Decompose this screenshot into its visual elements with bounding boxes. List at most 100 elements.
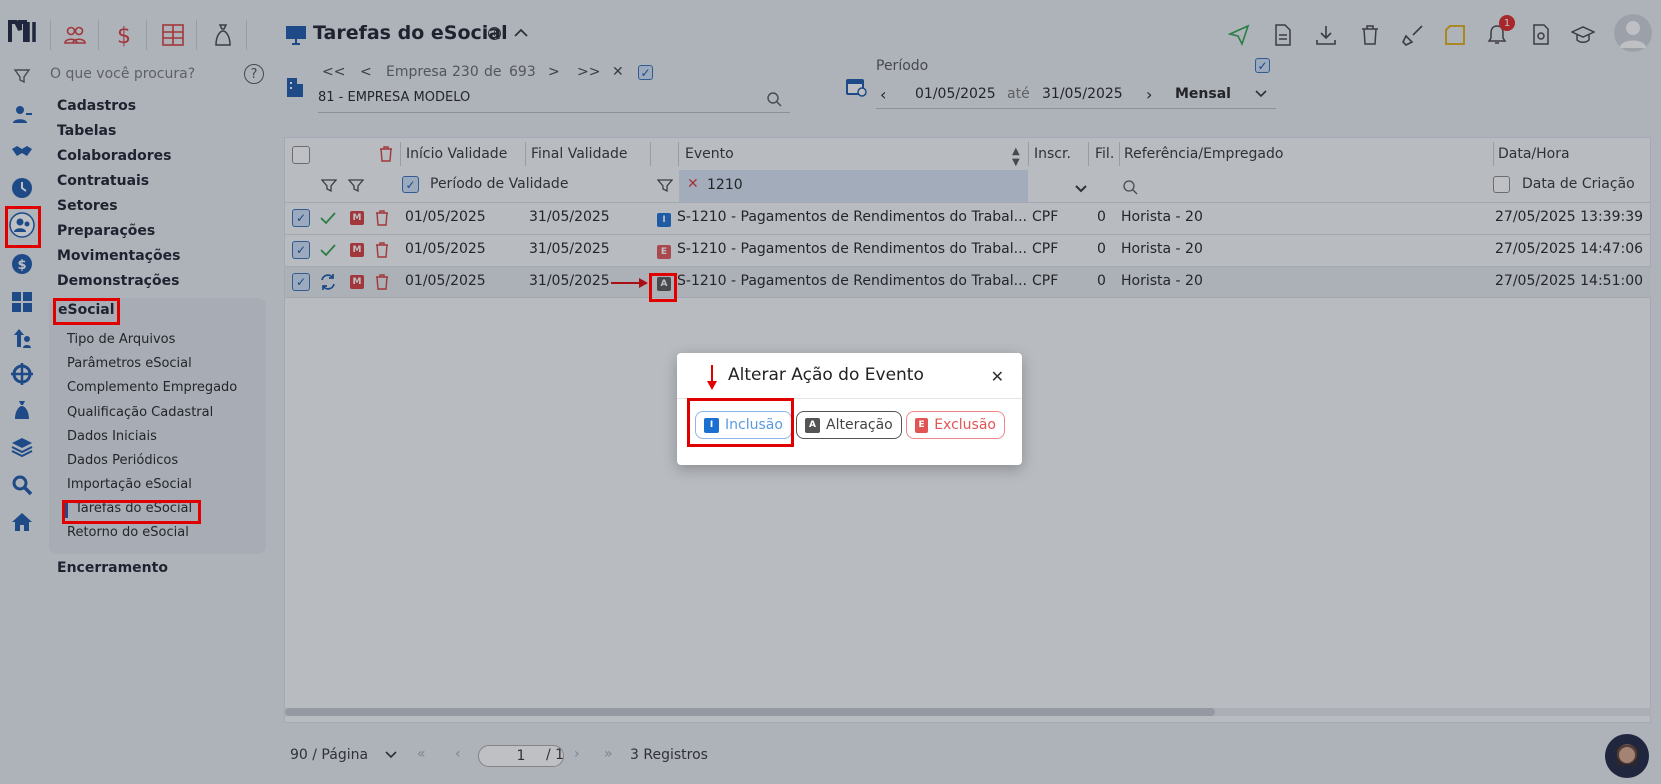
magnifier-icon[interactable]: [10, 473, 34, 497]
inclusao-button[interactable]: I Inclusão: [695, 411, 792, 439]
next-company-button[interactable]: >: [548, 64, 560, 80]
bell-icon[interactable]: 1: [1484, 15, 1515, 48]
employees-icon[interactable]: [9, 212, 35, 238]
col-inscr[interactable]: Inscr.: [1034, 146, 1071, 162]
row-checkbox[interactable]: ✓: [292, 209, 310, 227]
graduation-cap-icon[interactable]: [1570, 22, 1596, 48]
last-company-button[interactable]: >>: [577, 64, 600, 80]
inscr-dropdown-icon[interactable]: [1075, 182, 1087, 198]
prev-company-button[interactable]: <: [360, 64, 372, 80]
clear-company-button[interactable]: ✕: [612, 64, 624, 80]
people-icon[interactable]: [62, 22, 88, 48]
submenu-qualificacao[interactable]: Qualificação Cadastral: [67, 405, 213, 420]
upload-person-icon[interactable]: [10, 326, 34, 350]
evento-filter-field[interactable]: ✕ 1210: [679, 170, 1028, 202]
handshake-icon[interactable]: [10, 140, 34, 164]
page-size-select[interactable]: 90 / Página: [290, 747, 368, 763]
table-row[interactable]: ✓ M 01/05/2025 31/05/2025 E S-1210 - Pag…: [285, 234, 1651, 266]
row-checkbox[interactable]: ✓: [292, 273, 310, 291]
action-badge-exclusao[interactable]: E: [657, 245, 671, 259]
info-icon[interactable]: i: [488, 27, 501, 40]
layers-icon[interactable]: [10, 435, 34, 459]
calculator-icon[interactable]: [10, 290, 34, 314]
table-row[interactable]: ✓ M 01/05/2025 31/05/2025 A S-1210 - Pag…: [285, 266, 1651, 298]
next-page-icon[interactable]: ›: [574, 746, 580, 762]
menu-encerramento[interactable]: Encerramento: [57, 560, 168, 576]
last-page-icon[interactable]: »: [604, 746, 613, 762]
period-prev-icon[interactable]: ‹: [880, 85, 886, 104]
referencia-search-icon[interactable]: [1122, 179, 1138, 199]
period-start[interactable]: 01/05/2025: [915, 86, 996, 102]
col-inicio-validade[interactable]: Início Validade: [406, 146, 507, 162]
menu-demonstracoes[interactable]: Demonstrações: [57, 273, 179, 289]
submenu-retorno[interactable]: Retorno do eSocial: [67, 525, 189, 540]
action-badge-alteracao[interactable]: A: [657, 277, 671, 291]
first-company-button[interactable]: <<: [322, 64, 345, 80]
select-all-checkbox[interactable]: [292, 146, 310, 164]
period-end[interactable]: 31/05/2025: [1042, 86, 1123, 102]
search-document-icon[interactable]: [1528, 22, 1554, 48]
document-icon[interactable]: [1270, 22, 1296, 48]
company-checkbox[interactable]: ✓: [638, 65, 653, 80]
period-checkbox[interactable]: ✓: [1255, 58, 1270, 73]
modal-close-button[interactable]: ✕: [991, 367, 1004, 386]
download-icon[interactable]: [1313, 22, 1339, 48]
menu-colaboradores[interactable]: Colaboradores: [57, 148, 172, 164]
gear-network-icon[interactable]: [10, 362, 34, 386]
submenu-parametros[interactable]: Parâmetros eSocial: [67, 356, 192, 371]
home-icon[interactable]: [10, 510, 34, 534]
menu-tabelas[interactable]: Tabelas: [57, 123, 116, 139]
period-mode[interactable]: Mensal: [1175, 86, 1231, 102]
trash-icon[interactable]: [1357, 22, 1383, 48]
horizontal-scrollbar[interactable]: [285, 708, 1651, 716]
menu-movimentacoes[interactable]: Movimentações: [57, 248, 180, 264]
page-size-chevron-icon[interactable]: [384, 749, 398, 765]
sort-icon[interactable]: ▲ ▼: [1012, 146, 1020, 168]
menu-esocial[interactable]: eSocial: [58, 302, 115, 318]
exclusao-button[interactable]: E Exclusão: [906, 411, 1005, 439]
money-bag-icon[interactable]: [10, 398, 34, 422]
broom-icon[interactable]: [1400, 22, 1426, 48]
menu-contratuais[interactable]: Contratuais: [57, 173, 149, 189]
menu-cadastros[interactable]: Cadastros: [57, 98, 136, 114]
clock-icon[interactable]: [10, 176, 34, 200]
m-button[interactable]: M: [350, 275, 364, 289]
filter-icon-1[interactable]: [320, 178, 338, 198]
dollar-icon[interactable]: $: [10, 252, 34, 276]
menu-search[interactable]: O que você procura? ?: [10, 64, 270, 86]
note-icon[interactable]: [1442, 22, 1468, 48]
row-delete-icon[interactable]: [375, 242, 389, 262]
submenu-complemento[interactable]: Complemento Empregado: [67, 380, 237, 395]
spreadsheet-icon[interactable]: [160, 22, 186, 48]
col-final-validade[interactable]: Final Validade: [531, 146, 628, 162]
submenu-tarefas[interactable]: Tarefas do eSocial: [75, 501, 192, 516]
submenu-importacao[interactable]: Importação eSocial: [67, 477, 192, 492]
prev-page-icon[interactable]: ‹: [455, 746, 461, 762]
users-icon[interactable]: [10, 102, 34, 126]
submenu-dados-iniciais[interactable]: Dados Iniciais: [67, 429, 157, 444]
company-search-icon[interactable]: [766, 91, 782, 111]
row-delete-icon[interactable]: [375, 274, 389, 294]
col-referencia[interactable]: Referência/Empregado: [1124, 146, 1283, 162]
first-page-icon[interactable]: «: [417, 746, 426, 762]
period-mode-chevron-icon[interactable]: [1254, 86, 1268, 104]
clear-evento-filter-icon[interactable]: ✕: [687, 176, 699, 192]
avatar[interactable]: [1614, 14, 1652, 52]
col-data-hora[interactable]: Data/Hora: [1498, 146, 1570, 162]
send-icon[interactable]: [1226, 22, 1252, 48]
menu-preparacoes[interactable]: Preparações: [57, 223, 155, 239]
scrollbar-thumb[interactable]: [285, 708, 1215, 716]
period-next-icon[interactable]: ›: [1146, 85, 1152, 104]
row-delete-icon[interactable]: [375, 210, 389, 230]
chevron-up-icon[interactable]: [512, 24, 530, 46]
submenu-tipo-arquivos[interactable]: Tipo de Arquivos: [67, 332, 175, 347]
action-badge-inclusao[interactable]: I: [657, 213, 671, 227]
data-criacao-checkbox[interactable]: [1493, 176, 1510, 193]
periodo-validade-checkbox[interactable]: ✓: [402, 176, 419, 193]
col-evento[interactable]: Evento: [685, 146, 734, 162]
menu-setores[interactable]: Setores: [57, 198, 118, 214]
table-row[interactable]: ✓ M 01/05/2025 31/05/2025 I S-1210 - Pag…: [285, 202, 1651, 234]
dollar-sign-icon[interactable]: $: [111, 22, 137, 48]
assistant-avatar[interactable]: [1605, 734, 1649, 778]
bulk-delete-icon[interactable]: [379, 146, 393, 166]
